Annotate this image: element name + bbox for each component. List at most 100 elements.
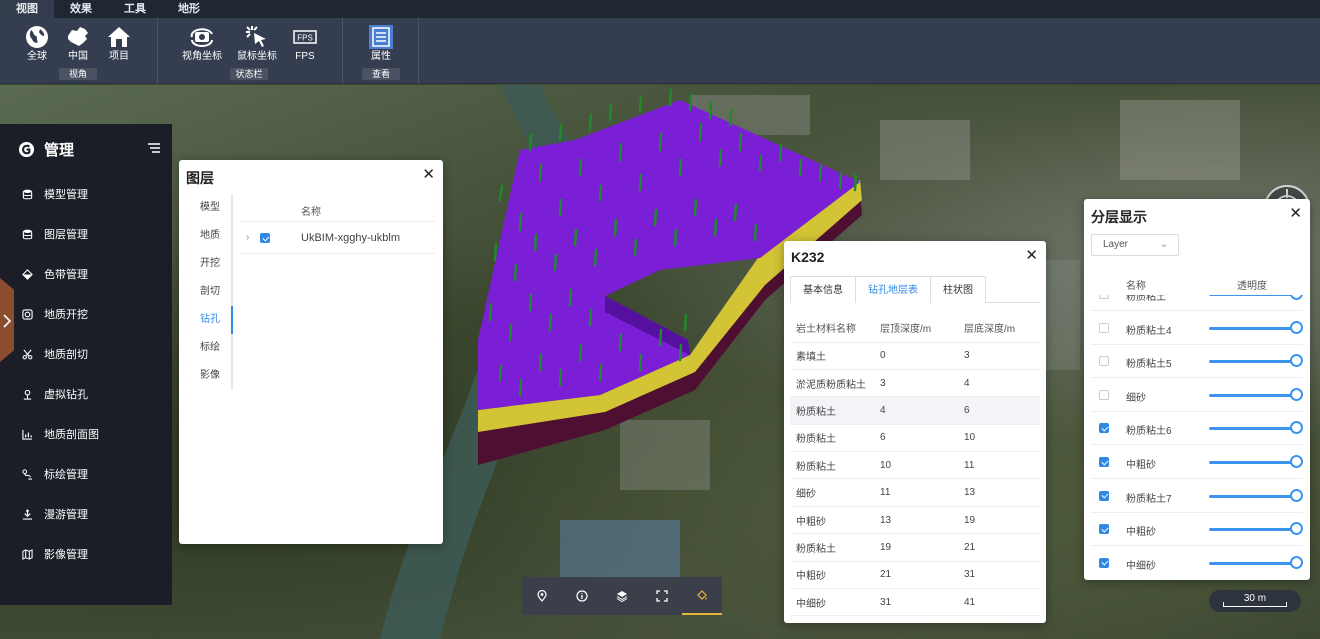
column-header: 岩土材料名称: [790, 314, 874, 343]
opacity-slider-track[interactable]: [1209, 427, 1295, 431]
strata-row[interactable]: 中粗砂: [1091, 446, 1303, 479]
borehole-tab[interactable]: 基本信息: [790, 276, 856, 303]
opacity-slider-track[interactable]: [1209, 494, 1295, 498]
sidebar-item[interactable]: 色带管理: [0, 254, 172, 294]
sidebar-expand-handle[interactable]: [0, 278, 14, 362]
borehole-tab[interactable]: 柱状图: [930, 276, 986, 303]
strata-row[interactable]: 细砂: [1091, 379, 1303, 412]
opacity-slider-handle[interactable]: [1290, 387, 1303, 401]
opacity-slider-handle[interactable]: [1290, 488, 1303, 502]
sidebar-item[interactable]: 标绘管理: [0, 454, 172, 494]
opacity-slider-track[interactable]: [1209, 360, 1295, 364]
table-row[interactable]: 粉质粘土 19 21: [790, 533, 1040, 562]
layers-menu-item[interactable]: 影像: [179, 362, 233, 390]
table-row[interactable]: 淤泥质粉质粘土 3 4: [790, 369, 1040, 398]
ribbon-tab[interactable]: 工具: [108, 0, 162, 18]
opacity-slider-handle[interactable]: [1290, 295, 1303, 300]
fullscreen-button[interactable]: [642, 577, 682, 615]
ribbon-tab[interactable]: 视图: [0, 0, 54, 18]
layers-menu-item[interactable]: 地质: [179, 222, 233, 250]
layer-checkbox[interactable]: [260, 233, 270, 243]
project-view-button[interactable]: 项目: [99, 24, 139, 63]
layer-select[interactable]: Layer ⌄: [1091, 234, 1179, 256]
sidebar-item-label: 地质剖切: [44, 349, 88, 361]
table-row[interactable]: 素填土 0 3: [790, 342, 1040, 370]
table-row[interactable]: 粉质粘土 4 6: [790, 396, 1040, 425]
strata-row[interactable]: 中细砂: [1091, 547, 1303, 579]
opacity-slider-track[interactable]: [1209, 528, 1295, 532]
sidebar-item[interactable]: 漫游管理: [0, 494, 172, 534]
fill-tool-button[interactable]: [682, 577, 722, 615]
opacity-slider-handle[interactable]: [1290, 421, 1303, 435]
home-icon: [108, 27, 130, 47]
strata-visibility-checkbox[interactable]: [1099, 490, 1109, 501]
table-row[interactable]: 粉质粘土 10 11: [790, 451, 1040, 480]
opacity-slider-track[interactable]: [1209, 461, 1295, 464]
borehole-info-panel: K232 ✕ 基本信息 钻孔地层表 柱状图 岩土材料名称 层顶深度/m 层底深度/m 素…: [784, 241, 1046, 623]
layers-menu-item[interactable]: 钻孔: [179, 306, 233, 334]
globe-icon: [26, 26, 48, 48]
table-row[interactable]: 中细砂 31 41: [790, 588, 1040, 617]
close-icon[interactable]: ✕: [1025, 248, 1038, 263]
layers-button[interactable]: [602, 577, 642, 615]
fps-button[interactable]: FPS FPS: [285, 24, 325, 63]
strata-visibility-checkbox[interactable]: [1099, 423, 1109, 434]
strata-visibility-checkbox[interactable]: [1099, 524, 1109, 535]
strata-row[interactable]: 粉质粘土4: [1091, 312, 1303, 345]
sidebar-item[interactable]: 地质开挖: [0, 294, 172, 334]
ribbon-tabs: 视图 效果 工具 地形: [0, 0, 1320, 18]
opacity-slider-track[interactable]: [1209, 561, 1295, 565]
strata-row[interactable]: 中粗砂: [1091, 513, 1303, 547]
strata-visibility-checkbox[interactable]: [1099, 389, 1109, 400]
strata-visibility-checkbox[interactable]: [1099, 356, 1109, 367]
table-row[interactable]: 粉质粘土 6 10: [790, 424, 1040, 453]
sidebar-item[interactable]: 影像管理: [0, 534, 172, 574]
sidebar-item[interactable]: 图层管理: [0, 214, 172, 254]
opacity-slider-handle[interactable]: [1290, 455, 1303, 468]
close-icon[interactable]: ✕: [422, 167, 435, 182]
strata-visibility-checkbox[interactable]: [1099, 557, 1109, 568]
layers-menu-item[interactable]: 模型: [179, 194, 233, 222]
table-header-row: 岩土材料名称 层顶深度/m 层底深度/m: [790, 314, 1040, 343]
camera-coordinate-button[interactable]: 视角坐标: [182, 24, 222, 63]
layers-menu-item[interactable]: 开挖: [179, 250, 233, 278]
opacity-slider-track[interactable]: [1209, 393, 1295, 397]
properties-button[interactable]: 属性: [361, 24, 401, 63]
ribbon-tab[interactable]: 地形: [162, 0, 216, 18]
strata-visibility-checkbox[interactable]: [1099, 322, 1109, 333]
strata-visibility-checkbox[interactable]: [1099, 295, 1109, 299]
table-row[interactable]: 中粗砂 13 19: [790, 506, 1040, 535]
column-name-header: 名称: [301, 207, 321, 218]
table-cell: 19: [958, 506, 1040, 535]
strata-row[interactable]: 粉质粘土5: [1091, 345, 1303, 379]
layers-menu-item[interactable]: 剖切: [179, 278, 233, 306]
table-row[interactable]: 细砂 11 13: [790, 478, 1040, 507]
strata-row[interactable]: 粉质粘土6: [1091, 412, 1303, 446]
opacity-slider-track[interactable]: [1209, 326, 1295, 330]
ribbon-tab[interactable]: 效果: [54, 0, 108, 18]
chevron-right-icon[interactable]: ›: [246, 232, 249, 243]
borehole-tab[interactable]: 钻孔地层表: [855, 276, 931, 303]
table-row[interactable]: 中粗砂 21 31: [790, 561, 1040, 590]
opacity-slider-track[interactable]: [1209, 295, 1295, 296]
sidebar-item[interactable]: 地质剖切: [0, 334, 172, 374]
opacity-slider-handle[interactable]: [1290, 320, 1303, 334]
sidebar-item-label: 影像管理: [44, 549, 88, 561]
mouse-coordinate-button[interactable]: 鼠标坐标: [237, 24, 277, 63]
opacity-slider-handle[interactable]: [1290, 522, 1303, 536]
strata-row[interactable]: 粉质粘土: [1091, 295, 1303, 311]
sidebar-item[interactable]: 地质剖面图: [0, 414, 172, 454]
urban-area: [880, 120, 970, 180]
menu-collapse-icon[interactable]: [148, 142, 160, 154]
opacity-slider-handle[interactable]: [1290, 555, 1303, 569]
close-icon[interactable]: ✕: [1289, 206, 1302, 221]
opacity-slider-handle[interactable]: [1290, 354, 1303, 368]
info-button[interactable]: [562, 577, 602, 615]
strata-row[interactable]: 粉质粘土7: [1091, 480, 1303, 513]
layer-row[interactable]: › UkBIM-xgghy-ukblm: [240, 224, 435, 254]
strata-visibility-checkbox[interactable]: [1099, 457, 1109, 467]
sidebar-item[interactable]: 模型管理: [0, 174, 172, 214]
location-button[interactable]: [522, 577, 562, 615]
sidebar-item[interactable]: 虚拟钻孔: [0, 374, 172, 414]
layers-menu-item[interactable]: 标绘: [179, 334, 233, 362]
